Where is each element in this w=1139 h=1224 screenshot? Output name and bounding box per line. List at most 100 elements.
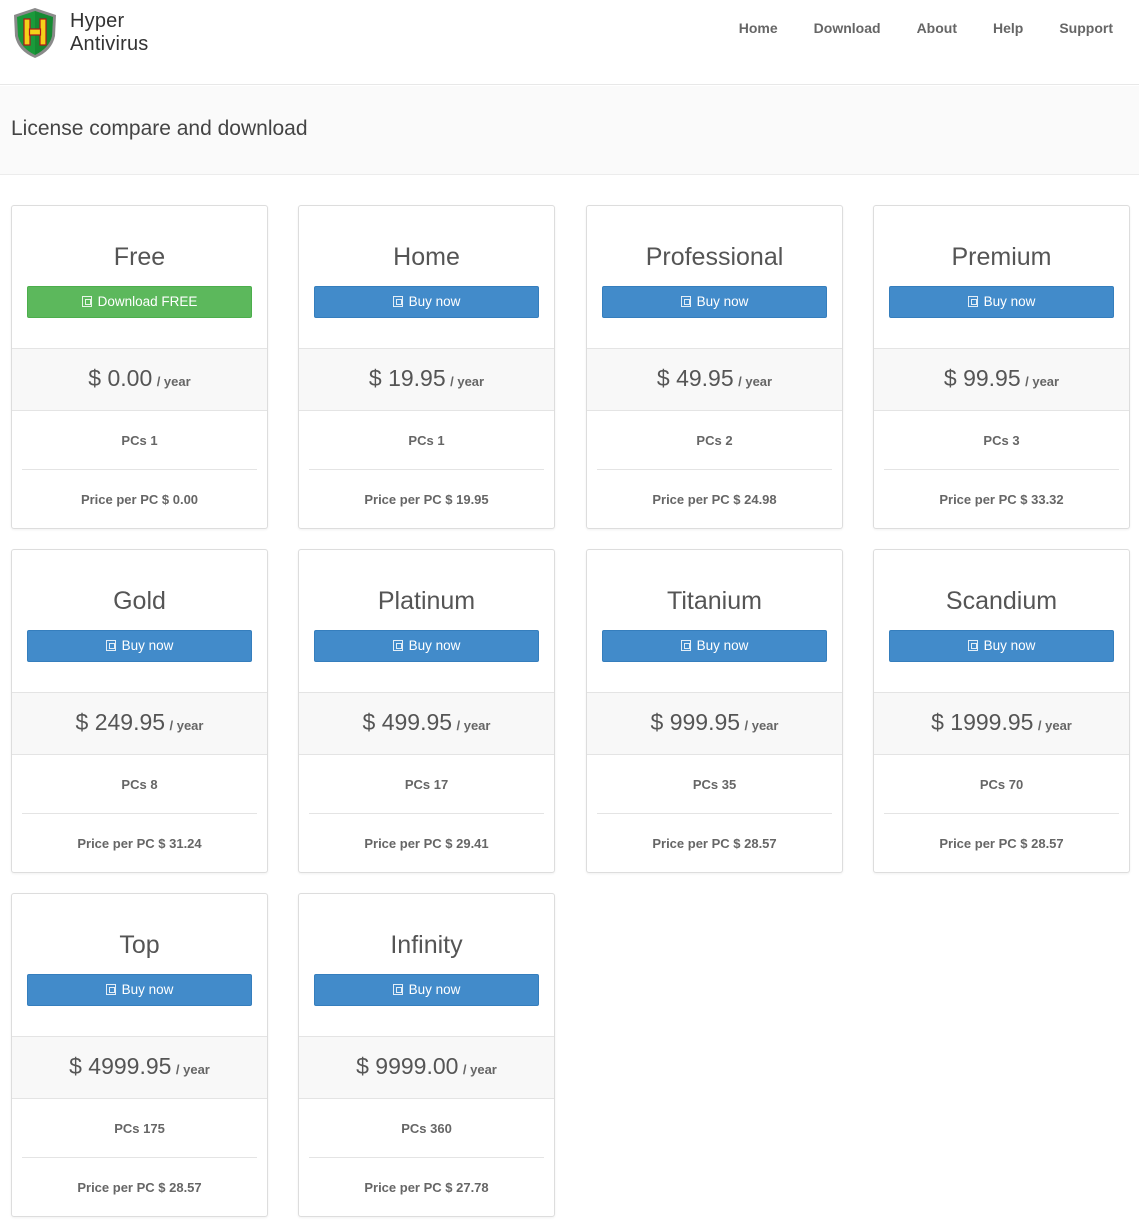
price-per-pc: Price per PC $ 0.00 xyxy=(80,492,199,507)
pricing-card-gold: Gold Buy now $ 249.95 / year PCs 8 Price per… xyxy=(11,549,268,873)
download-icon xyxy=(392,984,403,995)
download-free-button[interactable]: Download FREE xyxy=(27,286,252,318)
price-per-pc: Price per PC $ 19.95 xyxy=(364,492,489,507)
main-nav: Home Download About Help Support xyxy=(739,19,1113,37)
plan-name: Platinum xyxy=(377,587,476,615)
download-icon xyxy=(680,296,691,307)
price-per-pc: Price per PC $ 29.41 xyxy=(364,836,489,851)
pricing-card-premium: Premium Buy now $ 99.95 / year PCs 3 Price p… xyxy=(873,205,1130,529)
card-header: Gold Buy now xyxy=(12,550,267,693)
button-label: Buy now xyxy=(696,294,749,309)
button-label: Buy now xyxy=(696,638,749,653)
buy-now-button[interactable]: Buy now xyxy=(314,630,539,662)
price-period: / year xyxy=(462,1062,497,1077)
pricing-card-infinity: Infinity Buy now $ 9999.00 / year PCs 360 Pr… xyxy=(298,893,555,1217)
plan-price: $ 499.95 xyxy=(362,709,453,735)
buy-now-button[interactable]: Buy now xyxy=(602,630,827,662)
price-period: / year xyxy=(450,374,485,389)
plan-name: Professional xyxy=(645,243,784,271)
buy-now-button[interactable]: Buy now xyxy=(889,630,1114,662)
download-icon xyxy=(392,296,403,307)
shield-logo-icon[interactable] xyxy=(10,6,60,60)
price-period: / year xyxy=(744,718,779,733)
price-period: / year xyxy=(1025,374,1060,389)
pcs-count: PCs 1 xyxy=(22,411,257,470)
buy-now-button[interactable]: Buy now xyxy=(27,630,252,662)
card-header: Premium Buy now xyxy=(874,206,1129,349)
price-per-pc: Price per PC $ 24.98 xyxy=(652,492,777,507)
card-header: Scandium Buy now xyxy=(874,550,1129,693)
nav-download[interactable]: Download xyxy=(814,19,881,37)
price-row: $ 249.95 / year xyxy=(12,693,267,755)
plan-price: $ 0.00 xyxy=(88,365,153,391)
plan-name: Gold xyxy=(113,587,166,615)
pcs-count: PCs 175 xyxy=(22,1099,257,1158)
price-period: / year xyxy=(738,374,773,389)
button-label: Buy now xyxy=(408,294,461,309)
plan-name: Premium xyxy=(951,243,1052,271)
pricing-card-professional: Professional Buy now $ 49.95 / year PCs 2 Pr… xyxy=(586,205,843,529)
plan-name: Top xyxy=(119,931,160,959)
plan-name: Infinity xyxy=(390,931,463,959)
price-per-pc: Price per PC $ 28.57 xyxy=(939,836,1064,851)
buy-now-button[interactable]: Buy now xyxy=(27,974,252,1006)
card-header: Professional Buy now xyxy=(587,206,842,349)
pricing-card-free: Free Download FREE $ 0.00 / year PCs 1 Price… xyxy=(11,205,268,529)
price-per-pc: Price per PC $ 28.57 xyxy=(77,1180,202,1195)
plan-price: $ 9999.00 xyxy=(356,1053,459,1079)
nav-support[interactable]: Support xyxy=(1059,19,1113,37)
pricing-card-top: Top Buy now $ 4999.95 / year PCs 175 Price p… xyxy=(11,893,268,1217)
button-label: Buy now xyxy=(408,638,461,653)
plan-price: $ 249.95 xyxy=(75,709,166,735)
button-label: Download FREE xyxy=(97,294,198,309)
brand-name[interactable]: Hyper Antivirus xyxy=(70,10,149,56)
card-header: Top Buy now xyxy=(12,894,267,1037)
plan-price: $ 49.95 xyxy=(656,365,734,391)
pcs-count: PCs 17 xyxy=(309,755,544,814)
buy-now-button[interactable]: Buy now xyxy=(314,286,539,318)
price-row: $ 1999.95 / year xyxy=(874,693,1129,755)
price-row: $ 49.95 / year xyxy=(587,349,842,411)
download-icon xyxy=(105,984,116,995)
price-row: $ 19.95 / year xyxy=(299,349,554,411)
download-icon xyxy=(105,640,116,651)
nav-home[interactable]: Home xyxy=(739,19,778,37)
price-row: $ 4999.95 / year xyxy=(12,1037,267,1099)
pcs-count: PCs 8 xyxy=(22,755,257,814)
buy-now-button[interactable]: Buy now xyxy=(314,974,539,1006)
price-per-pc: Price per PC $ 28.57 xyxy=(652,836,777,851)
price-period: / year xyxy=(175,1062,210,1077)
pricing-card-scandium: Scandium Buy now $ 1999.95 / year PCs 70 Pri… xyxy=(873,549,1130,873)
buy-now-button[interactable]: Buy now xyxy=(889,286,1114,318)
price-per-pc: Price per PC $ 27.78 xyxy=(364,1180,489,1195)
buy-now-button[interactable]: Buy now xyxy=(602,286,827,318)
pcs-count: PCs 3 xyxy=(884,411,1119,470)
button-label: Buy now xyxy=(121,638,174,653)
top-navbar: Hyper Antivirus Home Download About Help… xyxy=(0,0,1139,85)
brand-line-1: Hyper xyxy=(70,10,125,32)
price-period: / year xyxy=(156,374,191,389)
card-header: Infinity Buy now xyxy=(299,894,554,1037)
download-icon xyxy=(392,640,403,651)
nav-about[interactable]: About xyxy=(917,19,957,37)
plan-price: $ 999.95 xyxy=(650,709,741,735)
price-period: / year xyxy=(456,718,491,733)
plan-name: Home xyxy=(393,243,460,271)
download-icon xyxy=(680,640,691,651)
price-row: $ 999.95 / year xyxy=(587,693,842,755)
card-header: Platinum Buy now xyxy=(299,550,554,693)
pcs-count: PCs 2 xyxy=(597,411,832,470)
card-header: Home Buy now xyxy=(299,206,554,349)
plan-price: $ 19.95 xyxy=(368,365,446,391)
nav-help[interactable]: Help xyxy=(993,19,1023,37)
card-header: Free Download FREE xyxy=(12,206,267,349)
button-label: Buy now xyxy=(121,982,174,997)
plan-price: $ 99.95 xyxy=(943,365,1021,391)
pcs-count: PCs 35 xyxy=(597,755,832,814)
button-label: Buy now xyxy=(983,638,1036,653)
plan-price: $ 1999.95 xyxy=(931,709,1034,735)
price-row: $ 499.95 / year xyxy=(299,693,554,755)
pricing-card-platinum: Platinum Buy now $ 499.95 / year PCs 17 Pric… xyxy=(298,549,555,873)
download-icon xyxy=(967,296,978,307)
page-title: License compare and download xyxy=(11,117,308,140)
